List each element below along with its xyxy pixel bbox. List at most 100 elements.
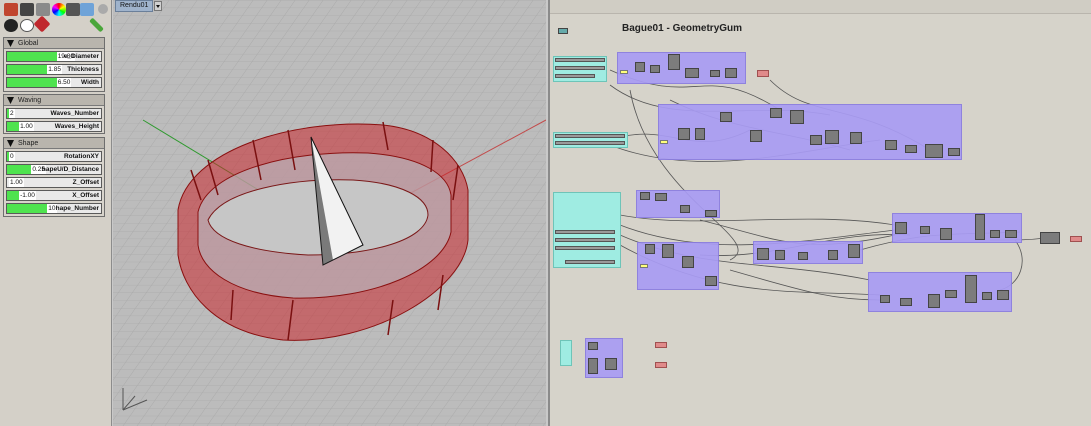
component-node[interactable]	[825, 130, 839, 144]
component-node[interactable]	[695, 128, 705, 140]
param-slider[interactable]: 0 RotationXY	[6, 151, 102, 162]
component-node[interactable]	[798, 252, 808, 260]
component-node[interactable]	[928, 294, 940, 308]
node-canvas[interactable]: Bague01 - GeometryGum	[548, 0, 1091, 426]
output-node[interactable]	[655, 362, 667, 368]
component-node[interactable]	[982, 292, 992, 300]
component-node[interactable]	[662, 244, 674, 258]
input-slider[interactable]	[555, 134, 625, 138]
collapse-icon[interactable]	[7, 97, 14, 104]
param-slider[interactable]: 0.25 hapeU/D_Distance	[6, 164, 102, 175]
component-node[interactable]	[940, 228, 952, 240]
param-slider[interactable]: -1.00 X_Offset	[6, 190, 102, 201]
param-slider[interactable]: 19.80 e_Diameter	[6, 51, 102, 62]
output-node[interactable]	[1070, 236, 1082, 242]
node-group[interactable]	[892, 213, 1022, 243]
component-node[interactable]	[750, 130, 762, 142]
panel-node[interactable]	[660, 140, 668, 144]
component-node[interactable]	[680, 205, 690, 213]
label-icon[interactable]	[80, 3, 94, 16]
gem-icon[interactable]	[33, 15, 51, 33]
component-node[interactable]	[975, 214, 985, 240]
component-node[interactable]	[997, 290, 1009, 300]
component-node[interactable]	[880, 295, 890, 303]
group-header[interactable]: Waving	[4, 95, 104, 106]
component-node[interactable]	[655, 193, 667, 201]
component-node[interactable]	[900, 298, 912, 306]
component-node[interactable]	[725, 68, 737, 78]
component-node[interactable]	[1005, 230, 1017, 238]
group-header[interactable]: Shape	[4, 138, 104, 149]
component-node[interactable]	[645, 244, 655, 254]
component-node[interactable]	[948, 148, 960, 156]
component-node[interactable]	[710, 70, 720, 77]
monitor-icon[interactable]	[66, 3, 80, 16]
param-slider[interactable]: 10 hape_Number	[6, 203, 102, 214]
param-slider[interactable]: 2 Waves_Number	[6, 108, 102, 119]
input-slider[interactable]	[555, 74, 595, 78]
param-slider[interactable]: 6.50 Width	[6, 77, 102, 88]
input-slider[interactable]	[555, 66, 605, 70]
component-node[interactable]	[720, 112, 732, 122]
layers-icon[interactable]	[36, 3, 50, 16]
component-node[interactable]	[682, 256, 694, 268]
component-node[interactable]	[1040, 232, 1060, 244]
component-node[interactable]	[685, 68, 699, 78]
viewport[interactable]: Rendu01	[113, 0, 546, 426]
panel-node[interactable]	[640, 264, 648, 268]
param-slider[interactable]: 1.00 Z_Offset	[6, 177, 102, 188]
viewport-tab[interactable]: Rendu01	[115, 0, 154, 12]
component-node[interactable]	[990, 230, 1000, 238]
component-node[interactable]	[905, 145, 917, 153]
settings-icon[interactable]	[98, 4, 108, 14]
input-slider[interactable]	[565, 260, 615, 264]
component-node[interactable]	[790, 110, 804, 124]
input-slider[interactable]	[555, 58, 605, 62]
component-node[interactable]	[810, 135, 822, 145]
component-node[interactable]	[705, 210, 717, 217]
component-node[interactable]	[925, 144, 943, 158]
component-node[interactable]	[757, 248, 769, 260]
brush-icon[interactable]	[4, 3, 18, 16]
component-node[interactable]	[770, 108, 782, 118]
color-wheel-icon[interactable]	[52, 3, 66, 16]
collapse-icon[interactable]	[7, 40, 14, 47]
node-group[interactable]	[753, 241, 863, 264]
input-slider[interactable]	[555, 238, 615, 242]
output-node[interactable]	[757, 70, 769, 77]
component-node[interactable]	[588, 342, 598, 350]
viewport-menu-arrow-icon[interactable]	[154, 1, 162, 11]
param-slider[interactable]: 1.85 Thickness	[6, 64, 102, 75]
input-slider[interactable]	[555, 141, 625, 145]
component-node[interactable]	[668, 54, 680, 70]
component-node[interactable]	[965, 275, 977, 303]
global-group: Global 19.80 e_Diameter 1.85 Thickness 6.50 W…	[3, 37, 105, 92]
component-node[interactable]	[945, 290, 957, 298]
component-node[interactable]	[605, 358, 617, 370]
component-node[interactable]	[920, 226, 930, 234]
collapse-icon[interactable]	[7, 140, 14, 147]
component-node[interactable]	[705, 276, 717, 286]
output-node[interactable]	[655, 342, 667, 348]
input-slider[interactable]	[555, 230, 615, 234]
component-node[interactable]	[885, 140, 897, 150]
component-node[interactable]	[678, 128, 690, 140]
component-node[interactable]	[588, 358, 598, 374]
component-node[interactable]	[635, 62, 645, 72]
component-node[interactable]	[848, 244, 860, 258]
eye-icon[interactable]	[20, 19, 34, 32]
input-slider[interactable]	[555, 246, 615, 250]
component-node[interactable]	[828, 250, 838, 260]
component-node[interactable]	[650, 65, 660, 73]
component-node[interactable]	[640, 192, 650, 200]
component-node[interactable]	[850, 132, 862, 144]
panel-node[interactable]	[620, 70, 628, 74]
group-header[interactable]: Global	[4, 38, 104, 49]
param-slider[interactable]: 1.00 Waves_Height	[6, 121, 102, 132]
camera-icon[interactable]	[20, 3, 34, 16]
component-node[interactable]	[895, 222, 907, 234]
pencil-icon[interactable]	[89, 17, 104, 33]
component-node[interactable]	[775, 250, 785, 260]
bowling-icon[interactable]	[4, 19, 18, 32]
input-panel[interactable]	[560, 340, 572, 366]
